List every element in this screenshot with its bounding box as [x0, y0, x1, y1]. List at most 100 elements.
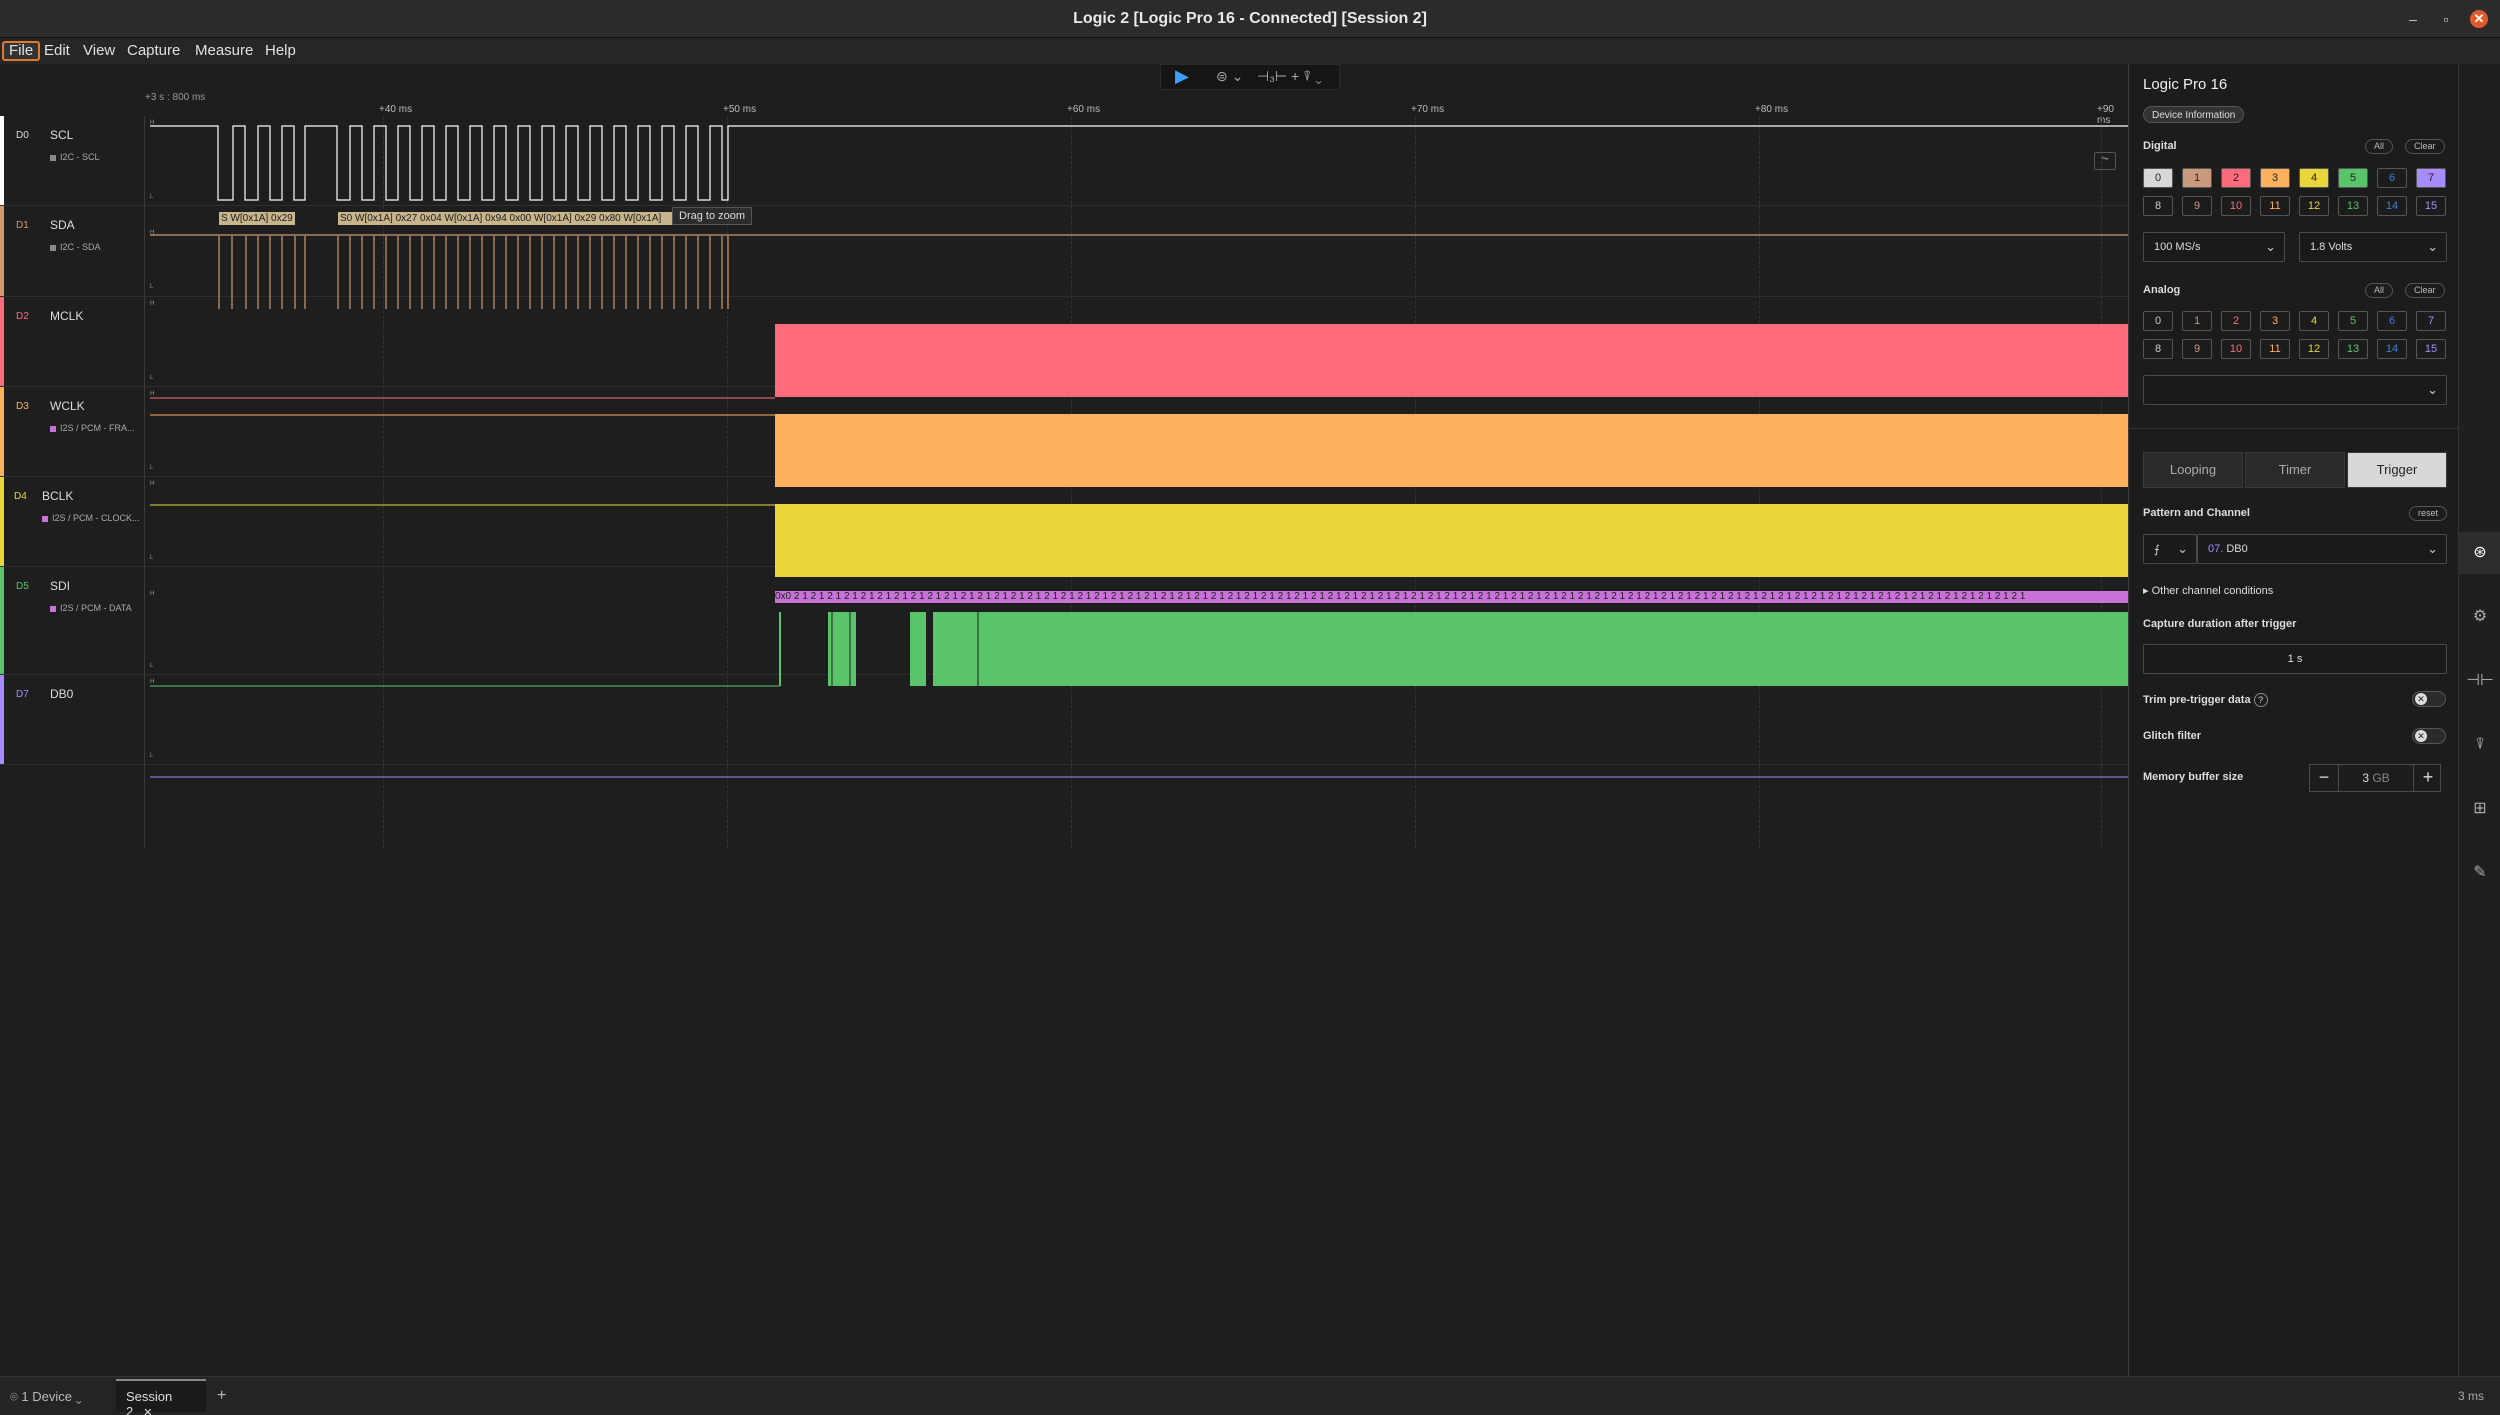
analog-channel-toggle[interactable]: 12	[2299, 339, 2329, 359]
digital-channel-toggle[interactable]: 3	[2260, 168, 2290, 188]
analog-channel-toggle[interactable]: 15	[2416, 339, 2446, 359]
capture-mode-tabs: Looping Timer Trigger	[2143, 452, 2447, 488]
digital-channel-toggle[interactable]: 4	[2299, 168, 2329, 188]
device-icon: ⌾	[10, 1389, 22, 1404]
markers-icon[interactable]: ⍒	[2459, 724, 2500, 766]
menu-file[interactable]: File	[2, 41, 41, 61]
notes-icon[interactable]: ✎	[2459, 852, 2500, 894]
analog-channel-toggle[interactable]: 1	[2182, 311, 2212, 331]
analog-channel-toggle[interactable]: 9	[2182, 339, 2212, 359]
digital-channel-toggle[interactable]: 8	[2143, 196, 2173, 216]
analog-channel-toggle[interactable]: 4	[2299, 311, 2329, 331]
analog-channel-toggle[interactable]: 5	[2338, 311, 2368, 331]
analog-channel-toggle[interactable]: 13	[2338, 339, 2368, 359]
wclk-dense-block	[775, 414, 2128, 487]
memory-buffer-value[interactable]: 3 GB	[2338, 765, 2414, 791]
device-info-button[interactable]: Device Information	[2143, 106, 2245, 123]
chevron-right-icon: ▸	[2143, 585, 2152, 597]
add-session-icon[interactable]: +	[217, 1387, 226, 1405]
memory-buffer-unit: GB	[2372, 771, 2390, 785]
signal-style-icon[interactable]: ⏦	[2094, 152, 2116, 170]
i2s-frame-strip[interactable]: 0x0 2 1 2 1 2 1 2 1 2 1 2 1 2 1 2 1 2 1 …	[775, 591, 2128, 603]
analog-channel-toggle[interactable]: 14	[2377, 339, 2407, 359]
digital-channel-toggle[interactable]: 11	[2260, 196, 2290, 216]
device-selector[interactable]: ⌾ 1 Device ⌄	[10, 1389, 82, 1405]
digital-channel-toggle[interactable]: 7	[2416, 168, 2446, 188]
bclk-dense-block	[775, 504, 2128, 577]
digital-channel-toggle[interactable]: 0	[2143, 168, 2173, 188]
capture-after-label: Capture duration after trigger	[2143, 618, 2297, 630]
digital-channel-toggle[interactable]: 15	[2416, 196, 2446, 216]
analog-channel-toggle[interactable]: 3	[2260, 311, 2290, 331]
digital-channel-toggle[interactable]: 6	[2377, 168, 2407, 188]
device-settings-icon[interactable]: ⊛	[2459, 532, 2500, 574]
chevron-down-icon: ⌄	[2177, 541, 2188, 556]
trigger-channel-name: DB0	[2226, 543, 2248, 555]
menu-view[interactable]: View	[78, 41, 120, 61]
trim-pretrigger-toggle[interactable]: ✕	[2412, 691, 2446, 707]
digital-channel-toggle[interactable]: 2	[2221, 168, 2251, 188]
digital-channel-toggle[interactable]: 1	[2182, 168, 2212, 188]
digital-channel-toggle[interactable]: 12	[2299, 196, 2329, 216]
sample-rate-select[interactable]: 100 MS/s ⌄	[2143, 232, 2285, 262]
menu-help[interactable]: Help	[260, 41, 301, 61]
status-bar: ⌾ 1 Device ⌄ Session 2 ✕ + 3 ms	[0, 1376, 2500, 1415]
analog-channel-toggle[interactable]: 7	[2416, 311, 2446, 331]
digital-channel-toggle[interactable]: 13	[2338, 196, 2368, 216]
chevron-down-icon: ⌄	[2265, 239, 2276, 254]
analog-channel-toggle[interactable]: 6	[2377, 311, 2407, 331]
digital-channel-toggle[interactable]: 5	[2338, 168, 2368, 188]
waveforms[interactable]	[0, 64, 2128, 864]
i2c-frame-label[interactable]: S0 W[0x1A] 0x27 0x04 W[0x1A] 0x94 0x00 W…	[338, 212, 674, 225]
analog-rate-select[interactable]: ⌄	[2143, 375, 2447, 405]
menu-measure[interactable]: Measure	[190, 41, 258, 61]
trigger-edge-select[interactable]: ⨍ ⌄	[2143, 534, 2197, 564]
waveform-view[interactable]: ▶ ⊜ ⌄ ⊣₃⊢ + ⍒ ⌄ +3 s : 800 ms +40 ms +50…	[0, 64, 2128, 1376]
analog-channel-toggle[interactable]: 10	[2221, 339, 2251, 359]
menu-edit[interactable]: Edit	[39, 41, 75, 61]
glitch-filter-label: Glitch filter	[2143, 730, 2202, 742]
trigger-edge-icon: ⨍	[2154, 544, 2160, 556]
analog-all-button[interactable]: All	[2365, 283, 2394, 298]
digital-channel-toggle[interactable]: 10	[2221, 196, 2251, 216]
analog-channel-toggle[interactable]: 2	[2221, 311, 2251, 331]
digital-channel-toggle[interactable]: 14	[2377, 196, 2407, 216]
digital-all-button[interactable]: All	[2365, 139, 2394, 154]
close-icon[interactable]: ✕	[2470, 10, 2488, 28]
voltage-select[interactable]: 1.8 Volts ⌄	[2299, 232, 2447, 262]
analog-channel-toggle[interactable]: 0	[2143, 311, 2173, 331]
analog-clear-button[interactable]: Clear	[2405, 283, 2445, 298]
digital-clear-button[interactable]: Clear	[2405, 139, 2445, 154]
title-bar: Logic 2 [Logic Pro 16 - Connected] [Sess…	[0, 0, 2500, 38]
pattern-reset-button[interactable]: reset	[2409, 506, 2448, 521]
sdi-data-blocks	[779, 612, 2128, 686]
i2c-frame-label[interactable]: S W[0x1A] 0x29	[219, 212, 295, 225]
maximize-icon[interactable]: ▫	[2437, 10, 2455, 28]
other-conditions-label: Other channel conditions	[2151, 585, 2274, 597]
menu-capture[interactable]: Capture	[122, 41, 185, 61]
measurements-icon[interactable]: ⊣⊢	[2459, 660, 2500, 702]
analyzers-icon[interactable]: ⚙	[2459, 596, 2500, 638]
other-conditions-toggle[interactable]: ▸ Other channel conditions	[2143, 584, 2273, 597]
analog-channel-toggle[interactable]: 8	[2143, 339, 2173, 359]
i2c-frame-text: W[0x1A] 0x27 0x04 W[0x1A] 0x94 0x00 W[0x…	[355, 213, 662, 224]
help-icon[interactable]: ?	[2253, 693, 2268, 707]
analog-channel-toggle[interactable]: 11	[2260, 339, 2290, 359]
extensions-icon[interactable]: ⊞	[2459, 788, 2500, 830]
tab-trigger[interactable]: Trigger	[2347, 452, 2447, 488]
trigger-channel-select[interactable]: 07. DB0 ⌄	[2197, 534, 2447, 564]
glitch-filter-toggle[interactable]: ✕	[2412, 728, 2446, 744]
capture-after-input[interactable]: 1 s	[2143, 644, 2447, 674]
analog-channel-grid: 0 1 2 3 4 5 6 7 8 9 10 11 12 13 14 15	[2143, 311, 2447, 361]
digital-channel-toggle[interactable]: 9	[2182, 196, 2212, 216]
minimize-icon[interactable]: –	[2404, 10, 2422, 28]
tab-timer[interactable]: Timer	[2245, 452, 2345, 488]
tab-session[interactable]: Session 2 ✕	[116, 1379, 206, 1415]
close-icon[interactable]: ✕	[143, 1407, 152, 1415]
plus-icon[interactable]: +	[2414, 765, 2442, 791]
menu-bar: File Edit View Capture Measure Help	[0, 38, 2500, 64]
chevron-down-icon: ⌄	[2427, 382, 2438, 397]
minus-icon[interactable]: −	[2310, 765, 2338, 791]
window-title: Logic 2 [Logic Pro 16 - Connected] [Sess…	[1073, 10, 1427, 27]
tab-looping[interactable]: Looping	[2143, 452, 2243, 488]
